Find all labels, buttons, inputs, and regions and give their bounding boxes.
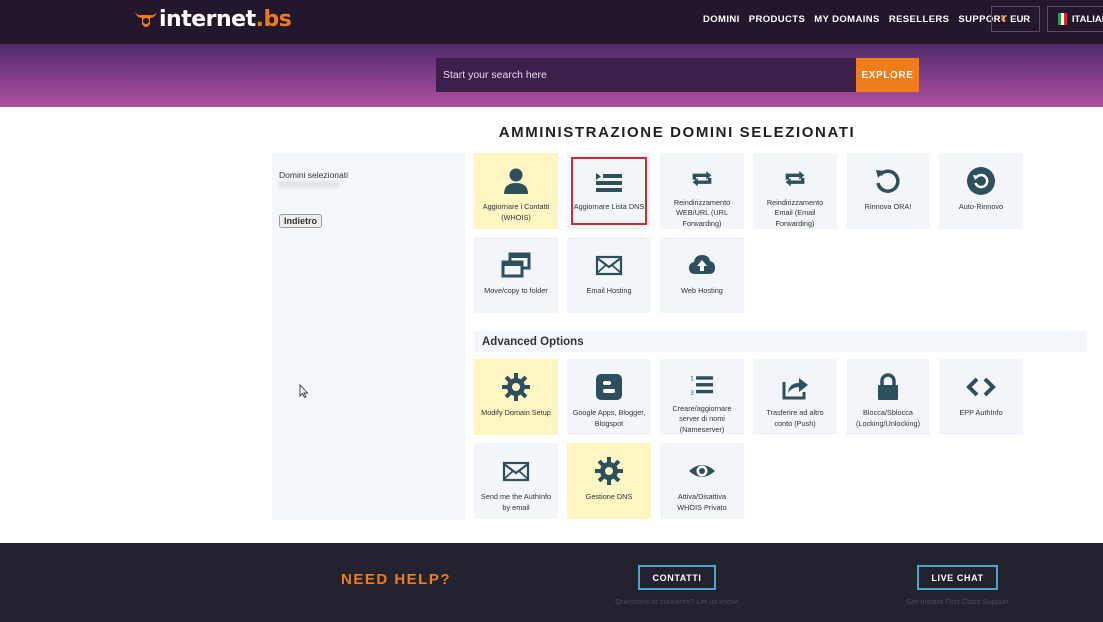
explore-button[interactable]: EXPLORE: [856, 58, 919, 92]
tile-gestione-dns[interactable]: Gestione DNS: [567, 443, 651, 519]
tile-email-forwarding[interactable]: Reindirizzamento Email (Email Forwarding…: [753, 153, 837, 229]
lock-icon: [878, 373, 898, 400]
sidebar: Domini selezionati Indietro: [272, 153, 465, 520]
retweet-icon: [692, 171, 712, 187]
currency-label: EUR: [1010, 13, 1031, 25]
cloud-upload-icon: [689, 255, 715, 274]
user-icon: [504, 168, 528, 194]
language-label: ITALIANO: [1071, 13, 1103, 25]
tile-label: EPP AuthInfo: [959, 408, 1003, 417]
back-button[interactable]: Indietro: [279, 214, 322, 228]
code-icon: [966, 377, 996, 397]
retweet-icon: [785, 171, 805, 187]
language-selector[interactable]: ITALIANO: [1047, 6, 1103, 32]
svg-text:1: 1: [690, 376, 694, 383]
contact-subtext: Questions or concerns? Let us know!: [615, 597, 739, 606]
logo[interactable]: internet.bs: [134, 7, 292, 32]
top-navbar: internet.bs DOMINI PRODUCTS MY DOMAINS R…: [0, 0, 1103, 44]
numbered-list-icon: 13: [690, 376, 714, 397]
tile-renew-now[interactable]: Rinnova ORA!: [846, 153, 930, 229]
tile-url-forwarding[interactable]: Reindirizzamento WEB/URL (URL Forwarding…: [660, 153, 744, 229]
tile-label: Attiva/Disattiva WHOIS Privato: [677, 492, 727, 512]
tile-label: Aggiornare i Contatti (WHOIS): [482, 202, 550, 222]
gear-icon: [595, 457, 623, 485]
tile-label: Modify Domain Setup: [481, 408, 551, 417]
tile-label: Reindirizzamento WEB/URL (URL Forwarding…: [673, 197, 731, 228]
tile-nameserver[interactable]: 13 Creare/aggiornare server di nomi (Nam…: [660, 359, 744, 435]
live-chat-button[interactable]: LIVE CHAT: [917, 565, 998, 590]
main-nav: DOMINI PRODUCTS MY DOMAINS RESELLERS SUP…: [703, 14, 1007, 25]
advanced-options-header: Advanced Options: [474, 331, 1087, 352]
tile-transfer-push[interactable]: Trasferire ad altro conto (Push): [753, 359, 837, 435]
tile-web-hosting[interactable]: Web Hosting: [660, 237, 744, 313]
auto-renew-icon: [967, 167, 995, 195]
tile-label: Email Hosting: [586, 286, 632, 295]
tile-email-hosting[interactable]: Email Hosting: [567, 237, 651, 313]
nav-products[interactable]: PRODUCTS: [749, 14, 806, 25]
currency-symbol: €: [1000, 13, 1007, 25]
live-chat-subtext: Get Instant First Class Support: [906, 597, 1009, 606]
share-icon: [782, 378, 808, 400]
tile-label: Move/copy to folder: [484, 286, 548, 295]
nav-resellers[interactable]: RESELLERS: [889, 14, 950, 25]
tile-epp-authinfo[interactable]: EPP AuthInfo: [939, 359, 1023, 435]
tile-label: Trasferire ad altro conto (Push): [766, 408, 824, 428]
blurred-domain: [279, 181, 339, 188]
tile-label: Gestione DNS: [585, 492, 633, 501]
tile-google-apps[interactable]: Google Apps, Blogger, Blogspot: [567, 359, 651, 435]
envelope-icon: [502, 461, 530, 482]
tile-label: Send me the AuthInfo by email: [480, 492, 552, 512]
tile-update-dns-list[interactable]: Aggiornare Lista DNS: [567, 153, 651, 229]
tile-label: Reindirizzamento Email (Email Forwarding…: [766, 197, 824, 228]
tile-move-copy-folder[interactable]: Move/copy to folder: [474, 237, 558, 313]
mouse-cursor-icon: [299, 384, 309, 398]
tile-label: Auto-Rinnovo: [958, 202, 1004, 211]
currency-selector[interactable]: € EUR: [991, 6, 1040, 32]
nav-domini[interactable]: DOMINI: [703, 14, 740, 25]
selected-domains-label: Domini selezionati: [279, 170, 348, 180]
svg-text:3: 3: [690, 390, 694, 397]
tile-label: Google Apps, Blogger, Blogspot: [572, 408, 646, 428]
tile-label: Creare/aggiornare server di nomi (Namese…: [672, 403, 732, 434]
undo-icon: [876, 169, 900, 193]
tile-modify-domain-setup[interactable]: Modify Domain Setup: [474, 359, 558, 435]
tile-whois-privacy[interactable]: Attiva/Disattiva WHOIS Privato: [660, 443, 744, 519]
tile-label: Web Hosting: [681, 286, 723, 295]
bull-logo-icon: [135, 11, 157, 27]
windows-icon: [501, 252, 531, 278]
search-input[interactable]: [436, 58, 856, 92]
tile-auto-renew[interactable]: Auto-Rinnovo: [939, 153, 1023, 229]
list-icon: [596, 173, 622, 192]
tile-send-authinfo[interactable]: Send me the AuthInfo by email: [474, 443, 558, 519]
tile-label: Aggiornare Lista DNS: [573, 202, 645, 211]
italy-flag-icon: [1058, 13, 1067, 25]
tile-lock-unlock[interactable]: Blocca/Sblocca (Locking/Unlocking): [846, 359, 930, 435]
gear-icon: [502, 373, 530, 401]
tile-label: Rinnova ORA!: [864, 202, 912, 211]
blogger-icon: [596, 374, 622, 400]
page-title: AMMINISTRAZIONE DOMINI SELEZIONATI: [498, 124, 856, 141]
need-help-heading: NEED HELP?: [341, 571, 452, 588]
nav-my-domains[interactable]: MY DOMAINS: [814, 14, 880, 25]
contact-button[interactable]: CONTATTI: [638, 565, 716, 590]
envelope-icon: [595, 255, 623, 276]
logo-text: internet.bs: [159, 7, 292, 32]
tile-update-contacts[interactable]: Aggiornare i Contatti (WHOIS): [474, 153, 558, 229]
eye-icon: [689, 465, 715, 477]
tile-label: Blocca/Sblocca (Locking/Unlocking): [855, 408, 921, 428]
